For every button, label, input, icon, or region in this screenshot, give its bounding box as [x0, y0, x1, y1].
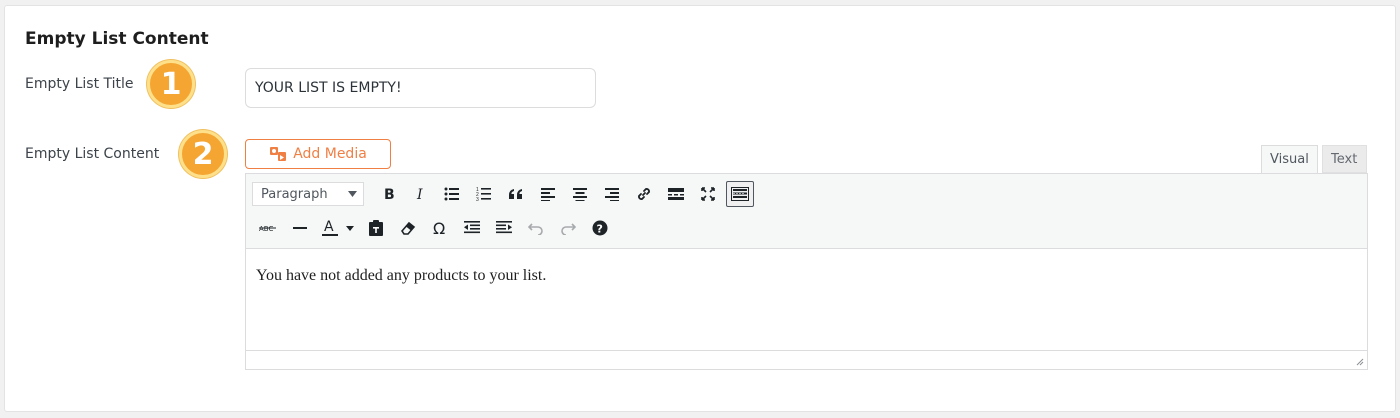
rich-text-editor: Paragraph B I 123 ABC A Ω ? You have not…: [245, 173, 1368, 370]
keyboard-shortcuts-button[interactable]: ?: [584, 215, 616, 241]
tab-visual[interactable]: Visual: [1261, 145, 1318, 173]
read-more-icon: [668, 188, 684, 200]
undo-icon: [528, 223, 543, 235]
add-media-label: Add Media: [293, 146, 367, 162]
indent-icon: [496, 221, 512, 234]
redo-button[interactable]: [552, 215, 584, 241]
bold-button[interactable]: B: [372, 181, 404, 207]
quote-icon: [509, 189, 522, 199]
bullet-list-icon: [444, 187, 459, 201]
editor-toolbar: Paragraph B I 123 ABC A Ω ?: [246, 174, 1367, 249]
italic-icon: I: [416, 187, 423, 201]
indent-button[interactable]: [488, 215, 520, 241]
text-color-button[interactable]: A: [316, 215, 360, 241]
step-badge-1: 1: [147, 60, 195, 108]
svg-text:3: 3: [476, 197, 479, 201]
outdent-icon: [464, 221, 480, 234]
svg-text:B: B: [384, 187, 395, 201]
redo-icon: [561, 223, 576, 235]
paste-as-text-button[interactable]: [360, 215, 392, 241]
align-left-button[interactable]: [532, 181, 564, 207]
empty-list-content-label: Empty List Content: [25, 146, 160, 162]
omega-icon: Ω: [433, 220, 445, 236]
keyboard-icon: [731, 187, 749, 201]
undo-button[interactable]: [520, 215, 552, 241]
svg-text:I: I: [416, 187, 423, 201]
fullscreen-button[interactable]: [692, 181, 724, 207]
editor-statusbar: [246, 350, 1367, 369]
special-character-button[interactable]: Ω: [424, 215, 456, 241]
svg-text:ABC: ABC: [259, 225, 273, 233]
align-right-button[interactable]: [596, 181, 628, 207]
fullscreen-icon: [701, 187, 715, 201]
align-right-icon: [605, 188, 619, 201]
numbered-list-button[interactable]: 123: [468, 181, 500, 207]
italic-button[interactable]: I: [404, 181, 436, 207]
add-media-button[interactable]: Add Media: [245, 139, 391, 169]
eraser-icon: [400, 221, 416, 235]
chevron-down-icon: [348, 191, 357, 197]
tab-text[interactable]: Text: [1322, 145, 1367, 173]
resize-handle-icon[interactable]: [1355, 357, 1364, 366]
svg-text:?: ?: [597, 223, 603, 236]
text-color-icon: A: [322, 219, 354, 236]
toolbar-toggle-button[interactable]: [726, 181, 754, 207]
step-badge-2: 2: [179, 130, 227, 178]
bullet-list-button[interactable]: [436, 181, 468, 207]
format-select[interactable]: Paragraph: [252, 182, 364, 206]
horizontal-line-button[interactable]: [284, 215, 316, 241]
insert-link-button[interactable]: [628, 181, 660, 207]
align-center-icon: [573, 188, 587, 201]
empty-list-title-label: Empty List Title: [25, 76, 134, 92]
format-select-value: Paragraph: [261, 186, 328, 202]
align-left-icon: [541, 188, 555, 201]
blockquote-button[interactable]: [500, 181, 532, 207]
link-icon: [638, 188, 650, 200]
align-center-button[interactable]: [564, 181, 596, 207]
help-icon: ?: [592, 220, 608, 236]
clipboard-icon: [369, 220, 383, 236]
svg-text:Ω: Ω: [433, 220, 445, 236]
svg-text:A: A: [324, 219, 334, 235]
editor-content[interactable]: You have not added any products to your …: [246, 249, 1367, 350]
bold-icon: B: [384, 187, 395, 201]
outdent-button[interactable]: [456, 215, 488, 241]
strikethrough-icon: ABC: [259, 225, 276, 233]
empty-list-title-input[interactable]: [245, 68, 596, 108]
strikethrough-button[interactable]: ABC: [252, 215, 284, 241]
settings-card: Empty List Content Empty List Title 1 Em…: [4, 5, 1396, 412]
media-icon: [270, 147, 287, 161]
clear-formatting-button[interactable]: [392, 215, 424, 241]
horizontal-line-icon: [293, 227, 307, 229]
read-more-button[interactable]: [660, 181, 692, 207]
numbered-list-icon: 123: [476, 187, 491, 201]
section-title: Empty List Content: [25, 29, 209, 49]
